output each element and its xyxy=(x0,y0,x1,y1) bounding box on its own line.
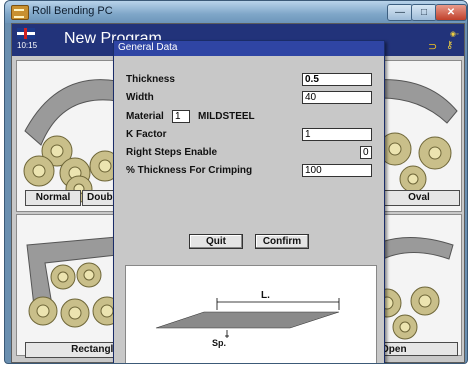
kfactor-input[interactable]: 1 xyxy=(302,128,372,141)
close-button[interactable]: ✕ xyxy=(435,4,467,21)
kfactor-label: K Factor xyxy=(126,129,167,140)
material-code-input[interactable]: 1 xyxy=(172,110,190,123)
status-icons: ◉◦ ⊃ ⚷ xyxy=(414,30,460,53)
thickness-dimension-label: Sp. xyxy=(212,338,227,348)
clock: 10:15 xyxy=(17,41,38,50)
app-window: Roll Bending PC — □ ✕ 10:15 New Program … xyxy=(4,0,468,364)
sheet-diagram: L. Sp. xyxy=(125,265,377,363)
minimize-button[interactable]: — xyxy=(387,4,413,21)
thickness-input[interactable]: 0.5 xyxy=(302,73,372,86)
material-name: MILDSTEEL xyxy=(198,111,255,122)
dialog-title: General Data xyxy=(118,42,178,53)
maximize-button[interactable]: □ xyxy=(411,4,437,21)
length-dimension-label: L. xyxy=(261,290,270,301)
general-data-dialog: General Data Thickness 0.5 Width 40 Mate… xyxy=(113,40,385,363)
width-input[interactable]: 40 xyxy=(302,91,372,104)
keys-icon[interactable]: ⚷ xyxy=(446,40,453,51)
confirm-button[interactable]: Confirm xyxy=(255,234,309,249)
sheet-diagram-drawing xyxy=(155,298,340,338)
app-icon xyxy=(11,5,29,20)
right-steps-input[interactable]: 0 xyxy=(360,146,372,159)
tile-rectangle[interactable] xyxy=(16,214,118,356)
rolls-normal-illustration xyxy=(23,79,117,203)
uk-flag-icon[interactable] xyxy=(17,28,35,39)
oval-button[interactable]: Oval xyxy=(378,190,460,206)
lock-icon[interactable]: ⊃ xyxy=(428,40,437,53)
crimping-label: % Thickness For Crimping xyxy=(126,165,253,176)
normal-button[interactable]: Normal xyxy=(25,190,81,206)
main-client-area: 10:15 New Program ◉◦ ⊃ ⚷ Normal Doubl Ov… xyxy=(11,23,465,363)
rolls-rectangle-illustration xyxy=(26,236,117,328)
material-label: Material xyxy=(126,111,164,122)
signal-icon: ◉◦ xyxy=(450,31,459,38)
quit-button[interactable]: Quit xyxy=(189,234,243,249)
window-title: Roll Bending PC xyxy=(32,5,113,17)
dialog-title-bar[interactable]: General Data xyxy=(114,41,384,56)
crimping-input[interactable]: 100 xyxy=(302,164,372,177)
width-label: Width xyxy=(126,92,154,103)
thickness-label: Thickness xyxy=(126,74,175,85)
right-steps-label: Right Steps Enable xyxy=(126,147,218,158)
title-bar[interactable]: Roll Bending PC — □ ✕ xyxy=(5,1,467,23)
